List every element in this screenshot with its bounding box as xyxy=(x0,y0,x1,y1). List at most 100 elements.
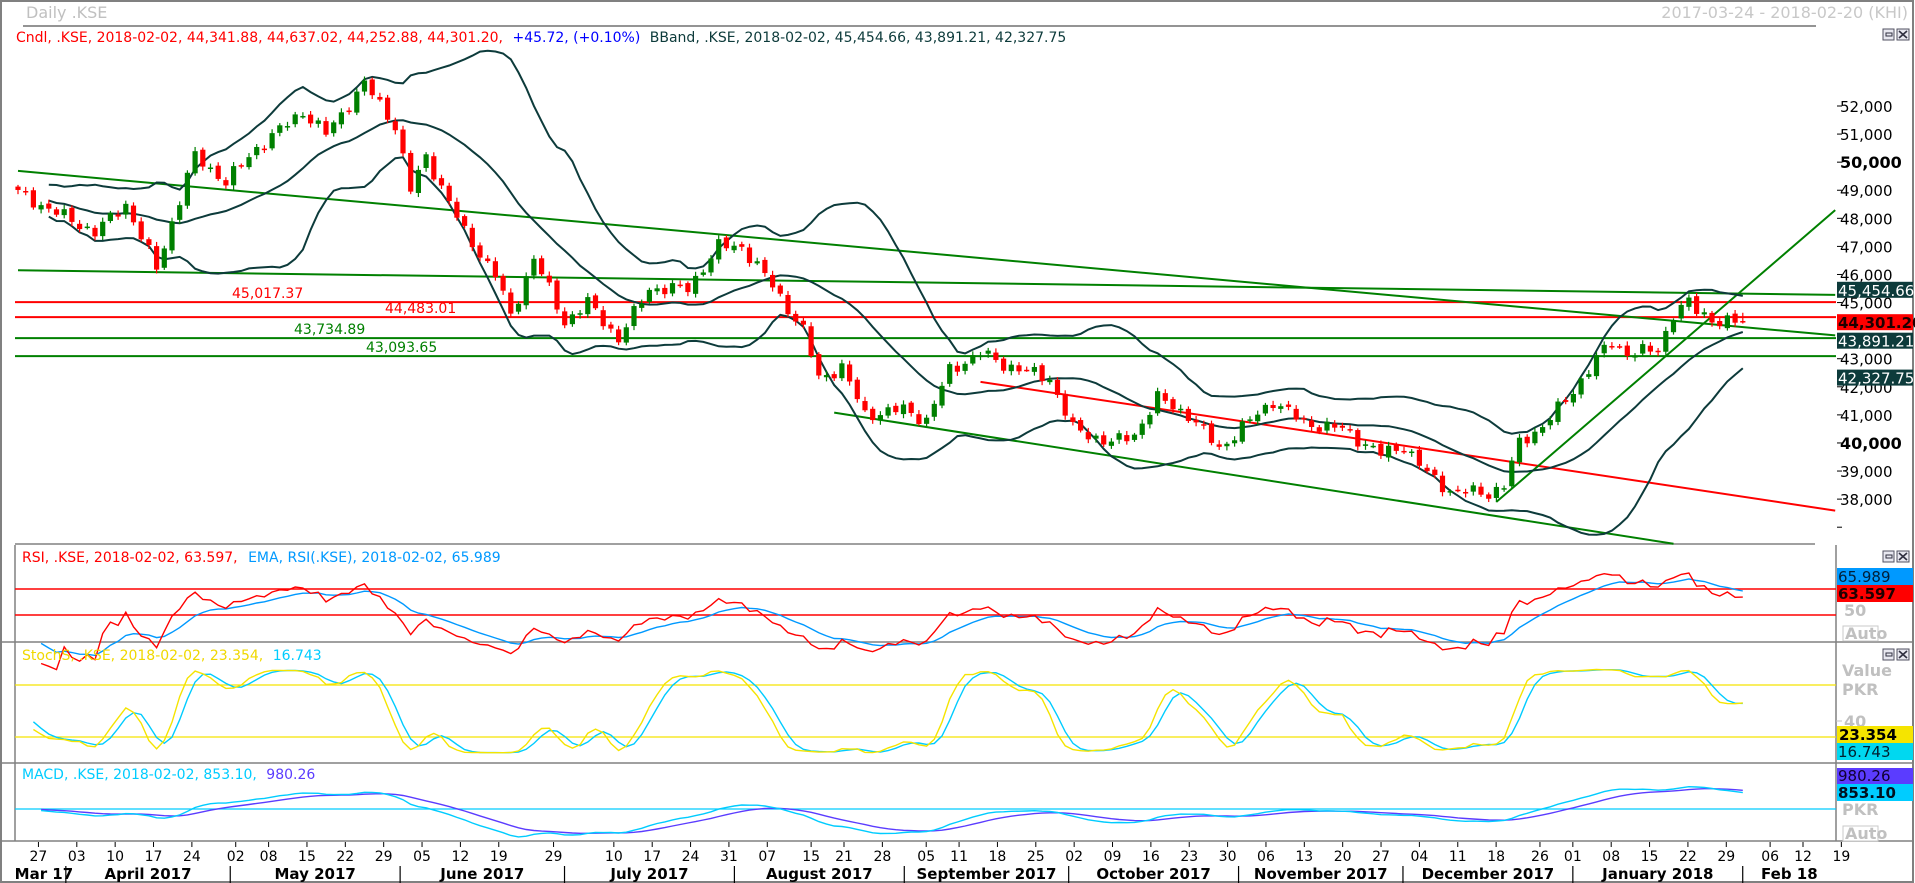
candle-body xyxy=(1439,475,1446,493)
month-label: April 2017 xyxy=(105,865,192,883)
candle-body xyxy=(1239,421,1245,442)
candle-body xyxy=(92,227,98,237)
candle-body xyxy=(1116,433,1122,440)
candle-body xyxy=(1409,451,1415,454)
bband-legend: BBand, .KSE, 2018-02-02, 45,454.66, 43,8… xyxy=(650,30,1067,46)
candle xyxy=(385,94,391,124)
candle xyxy=(1239,418,1245,444)
candle-body xyxy=(408,152,414,192)
candle-body xyxy=(400,129,406,154)
candle-legend: Cndl, .KSE, 2018-02-02, 44,341.88, 44,63… xyxy=(16,30,503,46)
candle-body xyxy=(1578,378,1584,395)
date-tick-label: 18 xyxy=(989,849,1007,865)
candle-body xyxy=(523,276,529,306)
candle-body xyxy=(177,205,183,220)
candle xyxy=(816,352,822,380)
date-tick-label: 31 xyxy=(720,849,738,865)
date-tick-label: 05 xyxy=(413,849,431,865)
month-label: January 2018 xyxy=(1601,865,1713,883)
candle-body xyxy=(415,169,421,193)
candle-body xyxy=(1001,358,1007,371)
candle-body xyxy=(870,408,876,421)
candle-body xyxy=(292,114,298,125)
candle-body xyxy=(446,185,452,201)
date-tick-label: 23 xyxy=(1180,849,1198,865)
level-label: 44,483.01 xyxy=(385,301,456,317)
candle-body xyxy=(1678,304,1684,319)
restore-button[interactable] xyxy=(1882,28,1895,41)
date-tick-label: 28 xyxy=(873,849,891,865)
candle-body xyxy=(1609,346,1615,348)
candle-body xyxy=(1593,355,1600,377)
candle xyxy=(939,381,945,409)
candle-body xyxy=(1701,312,1707,315)
date-tick-label: 08 xyxy=(260,849,278,865)
price-tick-label: 47,000 xyxy=(1840,238,1893,256)
candle-body xyxy=(1478,486,1484,495)
candle-body xyxy=(462,216,468,226)
candle xyxy=(716,235,722,264)
candle-body xyxy=(1378,443,1384,456)
rsi-restore-button[interactable] xyxy=(1882,550,1895,563)
candle-body xyxy=(646,289,652,302)
stoch-legend: StochS, .KSE, 2018-02-02, 23.354, 16.743 xyxy=(22,648,322,664)
bband-upper-label: 45,454.66 xyxy=(1838,282,1914,300)
candle-body xyxy=(947,364,953,384)
candle xyxy=(947,361,953,387)
candle-body xyxy=(1024,369,1030,372)
stoch-restore-button[interactable] xyxy=(1882,648,1895,661)
candle-body xyxy=(277,125,283,133)
date-tick-label: 27 xyxy=(30,849,48,865)
candle xyxy=(408,150,414,195)
candle-body xyxy=(685,283,691,293)
stoch-close-button[interactable] xyxy=(1896,648,1910,661)
candle xyxy=(1663,326,1669,355)
candle-body xyxy=(562,311,568,326)
candle-body xyxy=(223,180,229,186)
candle-body xyxy=(1293,408,1299,420)
candle-body xyxy=(954,365,960,372)
candle-body xyxy=(1016,365,1022,372)
close-button[interactable] xyxy=(1896,28,1910,41)
candle-body xyxy=(924,417,930,424)
level-label: 43,093.65 xyxy=(366,340,437,356)
candle xyxy=(1670,318,1677,335)
candle-body xyxy=(169,221,175,251)
price-tick-label: 48,000 xyxy=(1840,210,1893,228)
month-label: June 2017 xyxy=(439,865,524,883)
candle-body xyxy=(492,261,498,278)
candle-body xyxy=(331,122,337,134)
candle-body xyxy=(823,375,830,378)
rsi-close-button[interactable] xyxy=(1896,550,1910,563)
candle xyxy=(1062,390,1068,420)
candle-body xyxy=(100,221,106,237)
candle-body xyxy=(900,404,907,415)
candle-body xyxy=(107,212,113,221)
month-label: November 2017 xyxy=(1254,865,1388,883)
rsi-auto-label: Auto xyxy=(1845,624,1887,643)
price-tick-label: 39,000 xyxy=(1840,463,1893,481)
level-label: 45,017.37 xyxy=(232,286,303,302)
candle-body xyxy=(1101,435,1107,445)
date-tick-label: 06 xyxy=(1257,849,1275,865)
candle xyxy=(354,88,360,116)
price-tick-label: 41,000 xyxy=(1840,407,1893,425)
date-tick-label: 19 xyxy=(490,849,508,865)
date-tick-label: 21 xyxy=(835,849,853,865)
candle-body xyxy=(215,165,221,179)
candle-body xyxy=(977,355,984,358)
candle xyxy=(539,255,545,277)
candle-body xyxy=(893,405,899,413)
candle-body xyxy=(1617,346,1623,348)
date-tick-label: 15 xyxy=(802,849,820,865)
candle-body xyxy=(546,275,552,283)
candle-body xyxy=(454,201,460,218)
candle-body xyxy=(1178,408,1184,411)
date-tick-label: 10 xyxy=(106,849,124,865)
candle xyxy=(808,322,814,358)
date-tick-label: 04 xyxy=(1410,849,1428,865)
candle-body xyxy=(392,121,398,131)
candle-body xyxy=(207,167,214,170)
candle-body xyxy=(600,310,606,327)
candle-body xyxy=(531,258,537,276)
